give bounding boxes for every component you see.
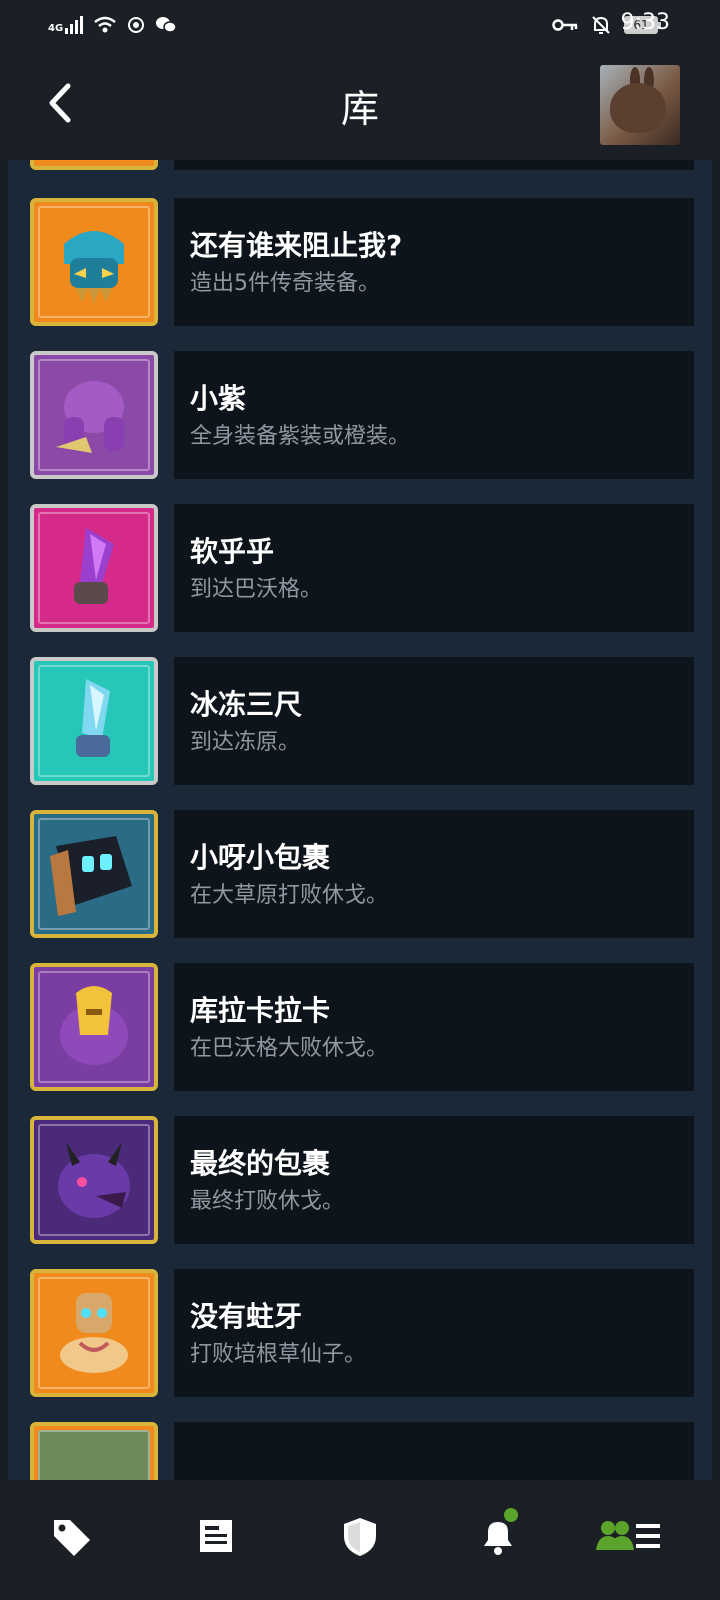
- achievement-text: 小呀小包裹在大草原打败休戈。: [174, 810, 694, 938]
- notifications-button[interactable]: [476, 1508, 520, 1558]
- mute-bell-icon: [592, 16, 610, 34]
- achievement-desc: 造出5件传奇装备。: [190, 271, 380, 296]
- achievement-image: [30, 657, 158, 785]
- purple-brute-icon: [34, 355, 154, 475]
- achievement-text: 软乎乎 到达巴沃格。: [174, 504, 694, 632]
- blue-helmet-skull-icon: [34, 202, 154, 322]
- achievement-item[interactable]: 小紫全身装备紫装或橙装。: [30, 351, 694, 479]
- tag-icon[interactable]: [50, 1514, 94, 1558]
- achievement-desc: 在巴沃格大败休戈。: [190, 1036, 389, 1061]
- key-icon: [552, 19, 578, 31]
- achievement-text: 最终的包裹最终打败休戈。: [174, 1116, 694, 1244]
- achievement-item[interactable]: 库拉卡拉卡在巴沃格大败休戈。: [30, 963, 694, 1091]
- gold-mask-knight-icon: [34, 967, 154, 1087]
- achievement-item[interactable]: 小呀小包裹在大草原打败休戈。: [30, 810, 694, 938]
- achievement-image: [30, 351, 158, 479]
- avatar[interactable]: [600, 65, 680, 145]
- achievement-name: 最终的包裹: [190, 1147, 331, 1180]
- meditating-monk-icon: [34, 1273, 154, 1393]
- achievement-name: 没有蛀牙: [190, 1300, 303, 1333]
- status-left: 4G: [48, 12, 177, 38]
- achievement-name: 还有谁来阻止我?: [190, 229, 403, 262]
- achievement-item[interactable]: 还有谁来阻止我? 造出5件传奇装备。: [30, 198, 694, 326]
- shield-icon[interactable]: [338, 1514, 382, 1558]
- achievement-text: 库拉卡拉卡在巴沃格大败休戈。: [174, 963, 694, 1091]
- achievement-image: [30, 1269, 158, 1397]
- ice-blade-icon: [34, 661, 154, 781]
- achievement-text: 小紫全身装备紫装或橙装。: [174, 351, 694, 479]
- achievement-item[interactable]: 最终的包裹最终打败休戈。: [30, 1116, 694, 1244]
- achievement-desc: 在大草原打败休戈。: [190, 883, 389, 908]
- achievement-image: [30, 963, 158, 1091]
- achievement-text: 还有谁来阻止我? 造出5件传奇装备。: [174, 198, 694, 326]
- achievement-desc: 到达冻原。: [190, 730, 301, 755]
- status-bar: 4G 61 9:33: [0, 0, 720, 50]
- achievement-desc: 到达巴沃格。: [190, 577, 323, 602]
- achievement-image: [30, 504, 158, 632]
- achievement-text: 冰冻三尺 到达冻原。: [174, 657, 694, 785]
- achievement-list[interactable]: 还有谁来阻止我? 造出5件传奇装备。小紫全身装备紫装或橙装。软乎乎到达巴沃格。冰冻…: [8, 160, 712, 1480]
- list-item-partial-bottom: [30, 1422, 694, 1480]
- achievement-image: [30, 198, 158, 326]
- purple-demon-icon: [34, 1120, 154, 1240]
- achievement-desc: 打败培根草仙子。: [190, 1342, 367, 1367]
- notification-dot: [504, 1508, 518, 1522]
- achievement-item[interactable]: 软乎乎 到达巴沃格。: [30, 504, 694, 632]
- achievement-desc: 最终打败休戈。: [190, 1189, 345, 1214]
- list-item-partial-top: [30, 160, 694, 170]
- wifi-icon: [94, 16, 116, 33]
- wechat-icon: [156, 17, 177, 33]
- achievement-item[interactable]: 没有蛀牙打败培根草仙子。: [30, 1269, 694, 1397]
- achievement-image: [30, 810, 158, 938]
- achievement-name: 库拉卡拉卡: [190, 994, 331, 1027]
- news-icon[interactable]: [194, 1514, 238, 1558]
- friends-menu-icon[interactable]: [596, 1514, 662, 1558]
- achievement-name: 小紫: [190, 382, 247, 415]
- app-header: 库: [0, 50, 720, 160]
- achievement-image: [30, 1116, 158, 1244]
- achievement-name: 软乎乎: [190, 535, 275, 568]
- achievement-item[interactable]: 冰冻三尺 到达冻原。: [30, 657, 694, 785]
- bottom-nav: [0, 1480, 720, 1600]
- purple-blade-icon: [34, 508, 154, 628]
- network-type: 4G: [48, 23, 64, 34]
- achievement-text: 没有蛀牙打败培根草仙子。: [174, 1269, 694, 1397]
- robot-box-icon: [34, 814, 154, 934]
- achievement-name: 小呀小包裹: [190, 841, 331, 874]
- signal-icon: 4G: [48, 16, 84, 34]
- achievement-desc: 全身装备紫装或橙装。: [190, 424, 411, 449]
- hotspot-icon: [128, 17, 145, 33]
- achievement-name: 冰冻三尺: [190, 688, 303, 721]
- clock: 9:33: [620, 10, 670, 35]
